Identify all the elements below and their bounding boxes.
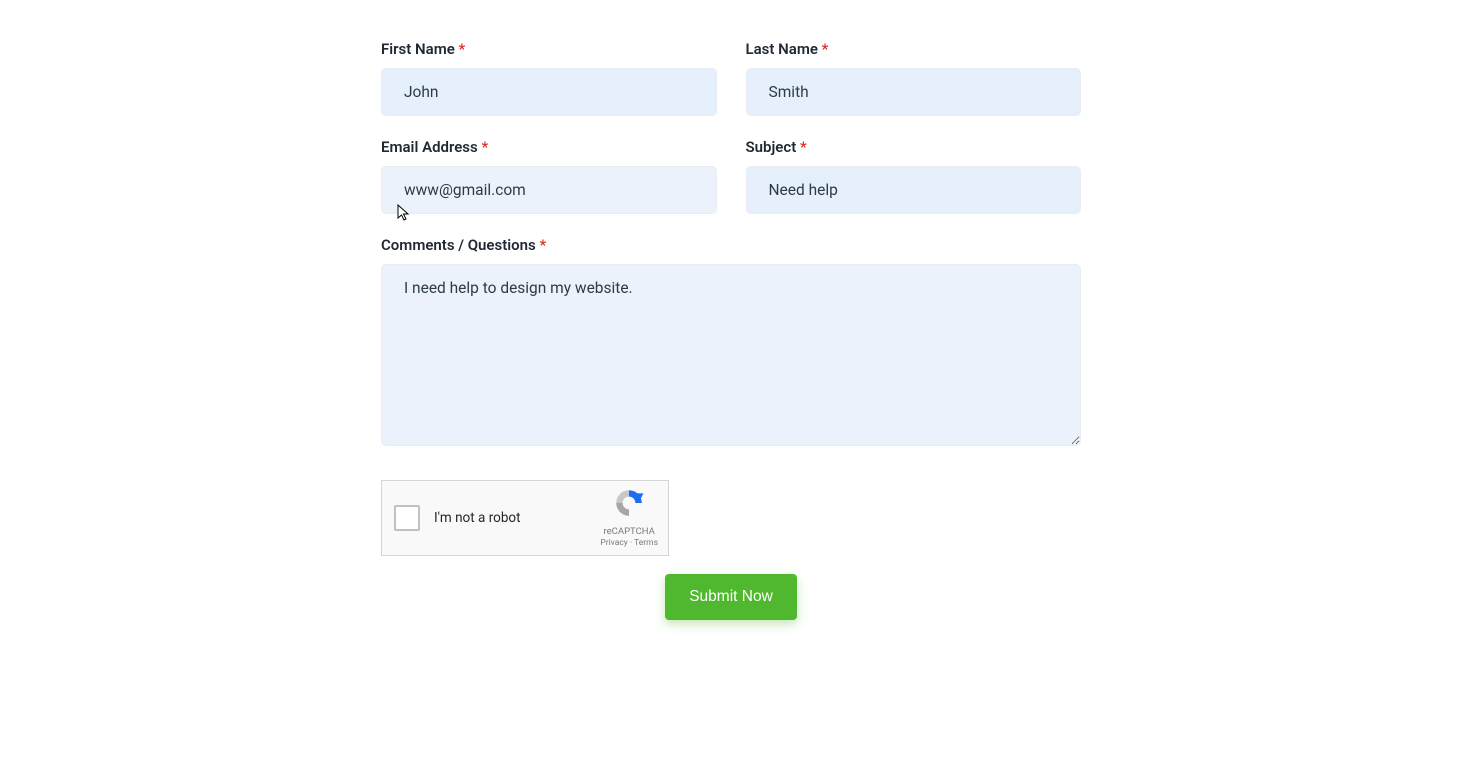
label-email-text: Email Address: [381, 138, 478, 156]
label-email: Email Address *: [381, 138, 717, 156]
label-comments-text: Comments / Questions: [381, 236, 536, 254]
contact-form: First Name * Last Name * Email Address *…: [381, 40, 1081, 620]
row-name: First Name * Last Name *: [381, 40, 1081, 116]
recaptcha-text: I'm not a robot: [434, 510, 521, 526]
row-comments: Comments / Questions *: [381, 236, 1081, 450]
label-comments: Comments / Questions *: [381, 236, 1081, 254]
comments-textarea[interactable]: [381, 264, 1081, 446]
field-last-name: Last Name *: [746, 40, 1082, 116]
label-subject-text: Subject: [746, 138, 797, 156]
label-first-name-text: First Name: [381, 40, 455, 58]
email-input[interactable]: [381, 166, 717, 214]
required-mark: *: [481, 138, 488, 156]
label-first-name: First Name *: [381, 40, 717, 58]
required-mark: *: [539, 236, 546, 254]
submit-button[interactable]: Submit Now: [665, 574, 797, 620]
required-mark: *: [822, 40, 829, 58]
recaptcha-brand: reCAPTCHA: [600, 526, 658, 538]
required-mark: *: [459, 40, 466, 58]
label-subject: Subject *: [746, 138, 1082, 156]
recaptcha-right: reCAPTCHA Privacy · Terms: [600, 487, 658, 549]
recaptcha-widget[interactable]: I'm not a robot reCAPTCHA Privacy · Term…: [381, 480, 669, 556]
last-name-input[interactable]: [746, 68, 1082, 116]
subject-input[interactable]: [746, 166, 1082, 214]
submit-row: Submit Now: [381, 574, 1081, 620]
recaptcha-left: I'm not a robot: [394, 505, 521, 531]
field-first-name: First Name *: [381, 40, 717, 116]
required-mark: *: [800, 138, 807, 156]
field-comments: Comments / Questions *: [381, 236, 1081, 450]
label-last-name-text: Last Name: [746, 40, 818, 58]
recaptcha-links: Privacy · Terms: [600, 538, 658, 549]
recaptcha-checkbox[interactable]: [394, 505, 420, 531]
label-last-name: Last Name *: [746, 40, 1082, 58]
field-subject: Subject *: [746, 138, 1082, 214]
recaptcha-icon: [613, 487, 645, 519]
first-name-input[interactable]: [381, 68, 717, 116]
row-email-subject: Email Address * Subject *: [381, 138, 1081, 214]
field-email: Email Address *: [381, 138, 717, 214]
